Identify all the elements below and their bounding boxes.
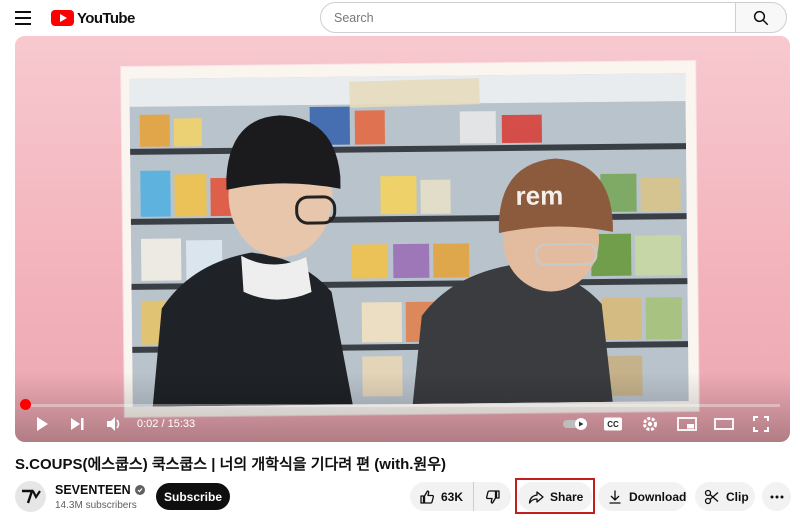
verified-icon bbox=[134, 485, 145, 495]
thumbs-up-icon bbox=[420, 489, 435, 504]
share-highlight-outline bbox=[515, 478, 595, 514]
autoplay-toggle-icon bbox=[563, 418, 587, 430]
menu-icon[interactable] bbox=[8, 3, 38, 33]
channel-name-row[interactable]: SEVENTEEN bbox=[55, 483, 145, 497]
search-button[interactable] bbox=[735, 2, 787, 33]
theater-mode-icon bbox=[714, 418, 734, 430]
like-dislike-group: 63K bbox=[410, 482, 511, 511]
top-header: YouTube bbox=[0, 0, 800, 36]
play-button[interactable] bbox=[29, 412, 55, 436]
svg-text:CC: CC bbox=[607, 420, 619, 429]
subscriber-count: 14.3M subscribers bbox=[55, 500, 137, 511]
seventeen-logo-icon bbox=[21, 489, 41, 503]
fullscreen-button[interactable] bbox=[748, 412, 774, 436]
download-button[interactable]: Download bbox=[598, 482, 687, 511]
clip-button[interactable]: Clip bbox=[695, 482, 755, 511]
video-frame: rem bbox=[121, 61, 699, 417]
dislike-button[interactable] bbox=[474, 482, 511, 511]
channel-name[interactable]: SEVENTEEN bbox=[55, 483, 131, 497]
progress-bar[interactable] bbox=[25, 404, 780, 407]
youtube-play-icon bbox=[51, 10, 74, 26]
clip-label: Clip bbox=[726, 489, 749, 504]
channel-avatar[interactable] bbox=[15, 481, 46, 512]
more-actions-button[interactable] bbox=[762, 482, 791, 511]
video-player[interactable]: rem 0:02 / 15:33 CC bbox=[15, 36, 790, 442]
play-icon bbox=[37, 417, 48, 431]
captions-button[interactable]: CC bbox=[600, 412, 626, 436]
search-icon bbox=[753, 10, 769, 25]
search-input[interactable] bbox=[334, 10, 735, 25]
video-title: S.COUPS(에스쿱스) 쿡스쿱스 | 너의 개학식을 기다려 편 (with… bbox=[15, 456, 447, 473]
gear-icon bbox=[643, 417, 657, 431]
volume-button[interactable] bbox=[101, 412, 127, 436]
like-count: 63K bbox=[441, 489, 464, 504]
player-controls: 0:02 / 15:33 CC bbox=[15, 410, 790, 438]
like-button[interactable]: 63K bbox=[410, 482, 474, 511]
theater-mode-button[interactable] bbox=[711, 412, 737, 436]
miniplayer-button[interactable] bbox=[674, 412, 700, 436]
svg-text:rem: rem bbox=[515, 180, 563, 210]
cc-icon: CC bbox=[604, 417, 622, 431]
next-button[interactable] bbox=[64, 412, 90, 436]
logo-text: YouTube bbox=[77, 9, 135, 27]
skip-next-icon bbox=[71, 418, 84, 430]
subscribe-button[interactable]: Subscribe bbox=[156, 483, 230, 510]
video-scene-image: rem bbox=[129, 73, 689, 407]
video-thumbnail-scene: rem bbox=[129, 73, 689, 407]
settings-button[interactable] bbox=[637, 412, 663, 436]
thumbs-down-icon bbox=[485, 489, 500, 504]
volume-icon bbox=[107, 417, 120, 431]
progress-scrubber[interactable] bbox=[20, 399, 31, 410]
fullscreen-icon bbox=[753, 416, 769, 432]
miniplayer-icon bbox=[677, 417, 697, 431]
more-horizontal-icon bbox=[770, 495, 783, 498]
autoplay-toggle[interactable] bbox=[561, 412, 591, 436]
search-box[interactable] bbox=[320, 2, 736, 33]
tape-decoration bbox=[349, 78, 480, 108]
youtube-logo[interactable]: YouTube bbox=[51, 8, 135, 28]
download-label: Download bbox=[629, 489, 687, 504]
time-display: 0:02 / 15:33 bbox=[137, 418, 196, 430]
scissors-icon bbox=[704, 489, 719, 504]
download-icon bbox=[609, 490, 621, 504]
